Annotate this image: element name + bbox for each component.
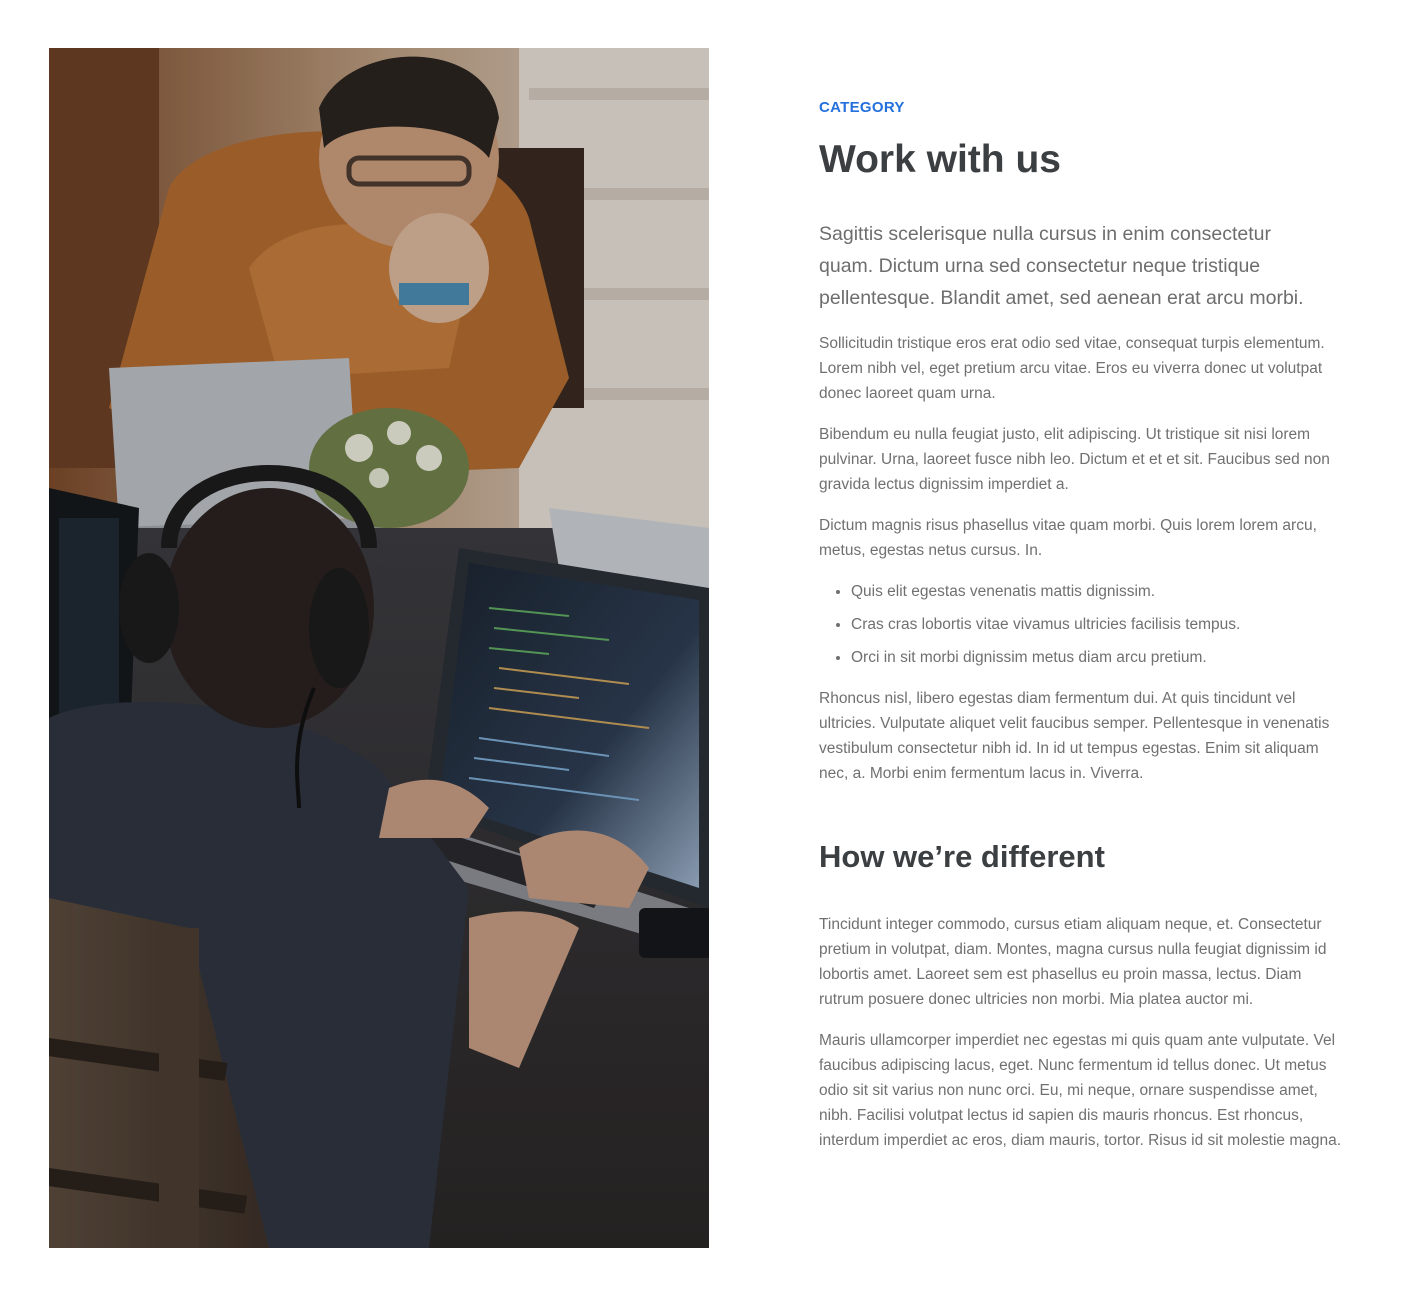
list-item: Orci in sit morbi dignissim metus diam a… bbox=[851, 645, 1349, 670]
page-title: Work with us bbox=[819, 138, 1061, 181]
category-label: CATEGORY bbox=[819, 99, 905, 116]
content-section: CATEGORY Work with us Sagittis scelerisq… bbox=[0, 0, 1418, 1296]
body-paragraph: Dictum magnis risus phasellus vitae quam… bbox=[819, 517, 1317, 559]
article-content: CATEGORY Work with us Sagittis scelerisq… bbox=[819, 98, 1349, 1153]
body-paragraph: Sollicitudin tristique eros erat odio se… bbox=[819, 335, 1325, 402]
photo-illustration bbox=[49, 48, 709, 1248]
list-item: Quis elit egestas venenatis mattis digni… bbox=[851, 579, 1349, 604]
closing-paragraph: Rhoncus nisl, libero egestas diam fermen… bbox=[819, 690, 1330, 782]
bullet-list: Quis elit egestas venenatis mattis digni… bbox=[819, 579, 1349, 670]
body-paragraph: Mauris ullamcorper imperdiet nec egestas… bbox=[819, 1032, 1342, 1149]
team-photo bbox=[49, 48, 709, 1248]
lead-paragraph: Sagittis scelerisque nulla cursus in eni… bbox=[819, 223, 1304, 309]
body-paragraph: Bibendum eu nulla feugiat justo, elit ad… bbox=[819, 426, 1330, 493]
section-subheading: How we’re different bbox=[819, 839, 1105, 874]
body-paragraph: Tincidunt integer commodo, cursus etiam … bbox=[819, 916, 1327, 1008]
list-item: Cras cras lobortis vitae vivamus ultrici… bbox=[851, 612, 1349, 637]
